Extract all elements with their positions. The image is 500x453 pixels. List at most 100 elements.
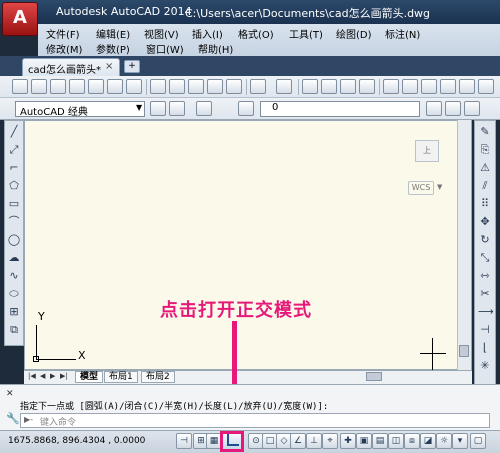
first-layout-icon[interactable]: |◀: [28, 372, 36, 380]
lightbulb-icon[interactable]: [238, 101, 254, 116]
object-snap-tracking-icon[interactable]: ∠: [290, 433, 306, 449]
explode-icon[interactable]: ✳: [478, 359, 492, 373]
calculator-icon[interactable]: [478, 79, 494, 94]
plot-preview-icon[interactable]: [88, 79, 104, 94]
layer-dropdown[interactable]: [260, 101, 420, 117]
infer-constraints-icon[interactable]: ⊣: [176, 433, 192, 449]
last-layout-icon[interactable]: ▶|: [60, 372, 68, 380]
chamfer-icon[interactable]: ⌊: [478, 341, 492, 355]
new-tab-button[interactable]: +: [124, 60, 140, 73]
3d-print-icon[interactable]: [126, 79, 142, 94]
menu-help[interactable]: 帮助(H): [198, 41, 233, 56]
publish-icon[interactable]: [107, 79, 123, 94]
break-icon[interactable]: ⊣: [478, 323, 492, 337]
allow-ucs-icon[interactable]: ⊥: [306, 433, 322, 449]
offset-icon[interactable]: ⫽: [478, 179, 492, 193]
polyline-icon[interactable]: ⌐: [7, 161, 21, 175]
tab-model[interactable]: 模型: [75, 371, 104, 383]
application-menu-button[interactable]: A: [2, 2, 38, 36]
tab-layout2[interactable]: 布局2: [141, 371, 175, 383]
construction-line-icon[interactable]: ⤢: [7, 143, 21, 157]
tab-close-icon[interactable]: ×: [105, 61, 113, 72]
layer-states-icon[interactable]: [464, 101, 480, 116]
lightbulb-status-icon[interactable]: ☼: [436, 433, 452, 449]
menu-edit[interactable]: 编辑(E): [96, 26, 130, 41]
wrench-icon[interactable]: 🔧: [6, 412, 20, 425]
revision-cloud-icon[interactable]: ☁: [7, 251, 21, 265]
horizontal-scroll-thumb[interactable]: [366, 372, 382, 381]
print-icon[interactable]: [69, 79, 85, 94]
workspace-dropdown[interactable]: AutoCAD 经典: [15, 101, 145, 118]
copy-icon[interactable]: [169, 79, 185, 94]
dynamic-input-icon[interactable]: ⌖: [322, 433, 338, 449]
undo-icon[interactable]: [250, 79, 266, 94]
erase-icon[interactable]: ✎: [478, 125, 492, 139]
menu-insert[interactable]: 插入(I): [192, 26, 223, 41]
paste-icon[interactable]: [188, 79, 204, 94]
menu-file[interactable]: 文件(F): [46, 26, 80, 41]
annotation-monitor-icon[interactable]: ⧈: [404, 433, 420, 449]
layer-previous-icon[interactable]: [445, 101, 461, 116]
zoom-window-icon[interactable]: [340, 79, 356, 94]
selection-cycling-icon[interactable]: ◫: [388, 433, 404, 449]
save-icon[interactable]: [50, 79, 66, 94]
stretch-icon[interactable]: ⇿: [478, 269, 492, 283]
transparency-icon[interactable]: ▣: [356, 433, 372, 449]
command-input[interactable]: [20, 413, 490, 428]
block-editor-icon[interactable]: [226, 79, 242, 94]
array-icon[interactable]: ⠿: [478, 197, 492, 211]
mirror-icon[interactable]: ⚠: [478, 161, 492, 175]
polygon-icon[interactable]: ⬠: [7, 179, 21, 193]
make-block-icon[interactable]: ⧉: [7, 323, 21, 337]
move-icon[interactable]: ✥: [478, 215, 492, 229]
menu-modify[interactable]: 修改(M): [46, 41, 82, 56]
open-file-icon[interactable]: [31, 79, 47, 94]
rectangle-icon[interactable]: ▭: [7, 197, 21, 211]
lineweight-icon[interactable]: ✚: [340, 433, 356, 449]
clean-screen-icon[interactable]: ▢: [470, 433, 486, 449]
chevron-down-icon[interactable]: ▼: [136, 103, 142, 112]
zoom-previous-icon[interactable]: [359, 79, 375, 94]
zoom-realtime-icon[interactable]: [321, 79, 337, 94]
wcs-menu[interactable]: WCS: [408, 181, 434, 195]
rotate-icon[interactable]: ↻: [478, 233, 492, 247]
close-icon[interactable]: ✕: [6, 389, 14, 399]
menu-view[interactable]: 视图(V): [144, 26, 179, 41]
match-properties-icon[interactable]: [207, 79, 223, 94]
next-layout-icon[interactable]: ▶: [50, 372, 55, 380]
menu-format[interactable]: 格式(O): [238, 26, 274, 41]
scale-icon[interactable]: ⤡: [478, 251, 492, 265]
chevron-down-icon[interactable]: ▼: [437, 183, 442, 191]
design-center-icon[interactable]: [402, 79, 418, 94]
viewcube[interactable]: 上: [415, 140, 439, 162]
gear-icon[interactable]: [169, 101, 185, 116]
sheet-set-icon[interactable]: [440, 79, 456, 94]
menu-dimension[interactable]: 标注(N): [385, 26, 420, 41]
menu-draw[interactable]: 绘图(D): [336, 26, 372, 41]
make-current-layer-icon[interactable]: [426, 101, 442, 116]
extend-icon[interactable]: ⟶: [478, 305, 494, 319]
properties-icon[interactable]: [383, 79, 399, 94]
menu-tools[interactable]: 工具(T): [289, 26, 323, 41]
redo-icon[interactable]: [276, 79, 292, 94]
ellipse-icon[interactable]: ⬭: [7, 287, 21, 301]
line-icon[interactable]: ╱: [7, 125, 21, 139]
new-file-icon[interactable]: [12, 79, 28, 94]
vertical-scrollbar[interactable]: [457, 120, 471, 370]
workspace-switch-icon[interactable]: ▾: [452, 433, 468, 449]
layer-properties-icon[interactable]: [196, 101, 212, 116]
insert-block-icon[interactable]: ⊞: [7, 305, 21, 319]
tab-layout1[interactable]: 布局1: [104, 371, 138, 383]
circle-icon[interactable]: ◯: [7, 233, 21, 247]
cut-icon[interactable]: [150, 79, 166, 94]
arc-icon[interactable]: ⌒: [7, 215, 21, 229]
menu-window[interactable]: 窗口(W): [146, 41, 184, 56]
quick-properties-icon[interactable]: ▤: [372, 433, 388, 449]
previous-layout-icon[interactable]: ◀: [40, 372, 45, 380]
vertical-scroll-thumb[interactable]: [459, 345, 469, 357]
markup-icon[interactable]: [459, 79, 475, 94]
annotation-scale-icon[interactable]: ◪: [420, 433, 436, 449]
copy-object-icon[interactable]: ⎘: [478, 143, 492, 157]
tool-palettes-icon[interactable]: [421, 79, 437, 94]
menu-parameters[interactable]: 参数(P): [96, 41, 130, 56]
